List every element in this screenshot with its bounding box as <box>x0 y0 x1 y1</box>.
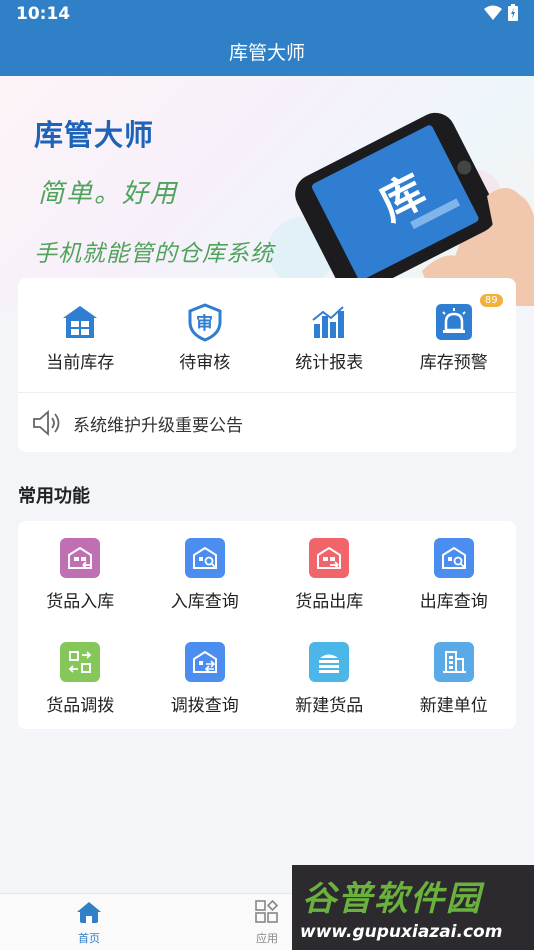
home-icon <box>77 902 101 923</box>
quick-label-reports: 统计报表 <box>295 353 364 373</box>
new-goods-icon <box>309 642 350 682</box>
announcement-text: 系统维护升级重要公告 <box>73 416 243 436</box>
page-title: 库管大师 <box>228 42 305 64</box>
nav-tab-home[interactable]: 首页 <box>44 900 134 946</box>
quick-item-current-stock[interactable]: 当前库存 <box>18 278 143 392</box>
quick-label-pending-review: 待审核 <box>179 353 231 373</box>
common-functions-card: 货品入库 入库查询 货品出库 出库查询 货品调拨 调拨查询 新建货品 新建单位 <box>18 521 516 729</box>
quick-item-pending-review[interactable]: 审 待审核 <box>143 278 268 392</box>
func-new-unit[interactable]: 新建单位 <box>392 625 517 729</box>
func-new-goods[interactable]: 新建货品 <box>267 625 392 729</box>
quick-item-reports[interactable]: 统计报表 <box>267 278 392 392</box>
warehouse-icon <box>63 306 98 338</box>
func-transfer-query[interactable]: 调拨查询 <box>143 625 268 729</box>
alarm-icon <box>435 304 472 340</box>
speaker-icon <box>33 410 60 436</box>
func-goods-transfer[interactable]: 货品调拨 <box>18 625 143 729</box>
goods-outbound-icon <box>309 538 350 578</box>
banner-title: 库管大师 <box>34 118 155 152</box>
watermark-title: 谷普软件园 <box>302 879 482 919</box>
func-goods-inbound[interactable]: 货品入库 <box>18 521 143 625</box>
banner-slogan-secondary: 手机就能管的仓库系统 <box>34 241 274 267</box>
watermark-url: www.gupuxiazai.com <box>300 922 503 942</box>
quick-access-card: 当前库存 审 待审核 统计报表 89 库存预警 系统维护升级重要公告 <box>18 278 516 452</box>
func-label: 货品出库 <box>295 592 364 612</box>
promo-banner[interactable]: 库管大师 简单。好用 手机就能管的仓库系统 库 <box>0 76 534 306</box>
func-label: 入库查询 <box>170 592 239 612</box>
announcement-bar[interactable]: 系统维护升级重要公告 <box>18 392 516 452</box>
quick-label-current-stock: 当前库存 <box>46 353 115 373</box>
func-goods-outbound[interactable]: 货品出库 <box>267 521 392 625</box>
transfer-icon <box>60 642 101 682</box>
func-outbound-query[interactable]: 出库查询 <box>392 521 517 625</box>
transfer-query-icon <box>184 642 225 682</box>
new-unit-icon <box>433 642 474 682</box>
outbound-query-icon <box>433 538 474 578</box>
func-label: 调拨查询 <box>170 696 239 716</box>
status-time: 10:14 <box>16 4 71 24</box>
banner-slogan: 简单。好用 <box>38 179 179 209</box>
goods-inbound-icon <box>60 538 101 578</box>
func-label: 货品调拨 <box>46 696 115 716</box>
func-label: 货品入库 <box>46 592 115 612</box>
inbound-query-icon <box>184 538 225 578</box>
nav-label-home: 首页 <box>78 932 100 945</box>
wifi-icon <box>484 5 502 20</box>
watermark: 谷普软件园 www.gupuxiazai.com <box>292 865 534 950</box>
quick-label-stock-alert: 库存预警 <box>419 353 488 373</box>
func-label: 新建单位 <box>419 696 488 716</box>
quick-item-stock-alert[interactable]: 89 库存预警 <box>392 278 517 392</box>
svg-text:审: 审 <box>196 313 213 334</box>
status-icons <box>484 4 518 21</box>
func-label: 出库查询 <box>419 592 488 612</box>
func-label: 新建货品 <box>295 696 364 716</box>
stock-alert-badge: 89 <box>479 294 503 307</box>
phone-in-hand-illustration: 库 <box>295 112 534 306</box>
audit-shield-icon: 审 <box>188 303 222 342</box>
func-inbound-query[interactable]: 入库查询 <box>143 521 268 625</box>
app-header: 10:14 库管大师 <box>0 0 534 76</box>
bar-chart-icon <box>312 306 345 338</box>
apps-grid-icon <box>255 899 279 923</box>
battery-icon <box>508 4 518 21</box>
section-title-common: 常用功能 <box>18 486 90 507</box>
